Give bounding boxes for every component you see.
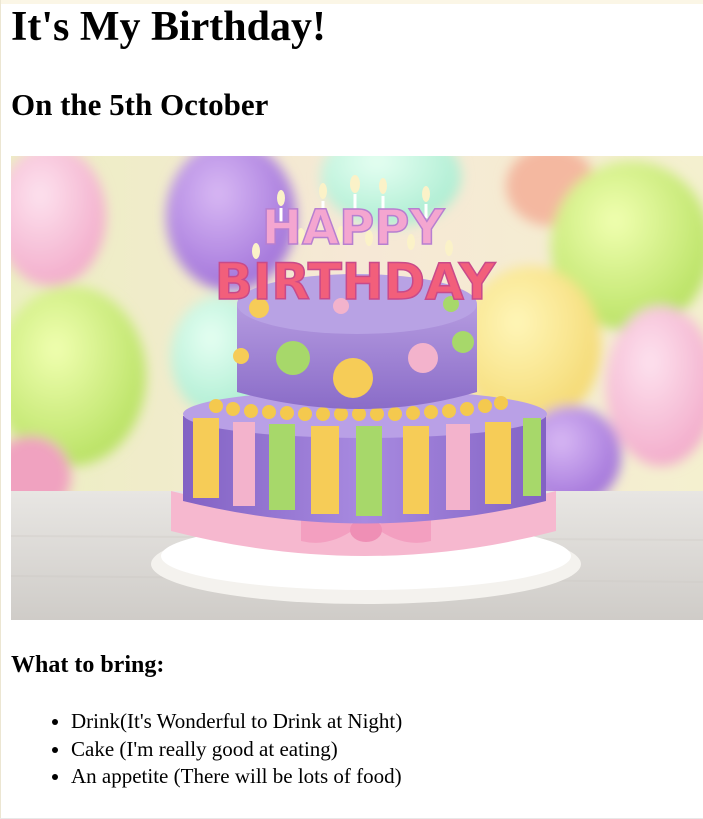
birthday-cake-image: HAPPY BIRTHDAY — [11, 156, 703, 620]
bring-heading: What to bring: — [11, 652, 165, 678]
list-item: Cake (I'm really good at eating) — [71, 736, 402, 764]
left-edge — [0, 0, 1, 819]
bring-list: Drink(It's Wonderful to Drink at Night) … — [11, 708, 402, 791]
svg-text:BIRTHDAY: BIRTHDAY — [215, 253, 496, 311]
list-item: An appetite (There will be lots of food) — [71, 763, 402, 791]
page-title: It's My Birthday! — [11, 4, 326, 50]
svg-text:HAPPY: HAPPY — [262, 200, 446, 256]
page-subtitle: On the 5th October — [11, 87, 269, 122]
list-item: Drink(It's Wonderful to Drink at Night) — [71, 708, 402, 736]
cake-stripes — [193, 418, 541, 516]
